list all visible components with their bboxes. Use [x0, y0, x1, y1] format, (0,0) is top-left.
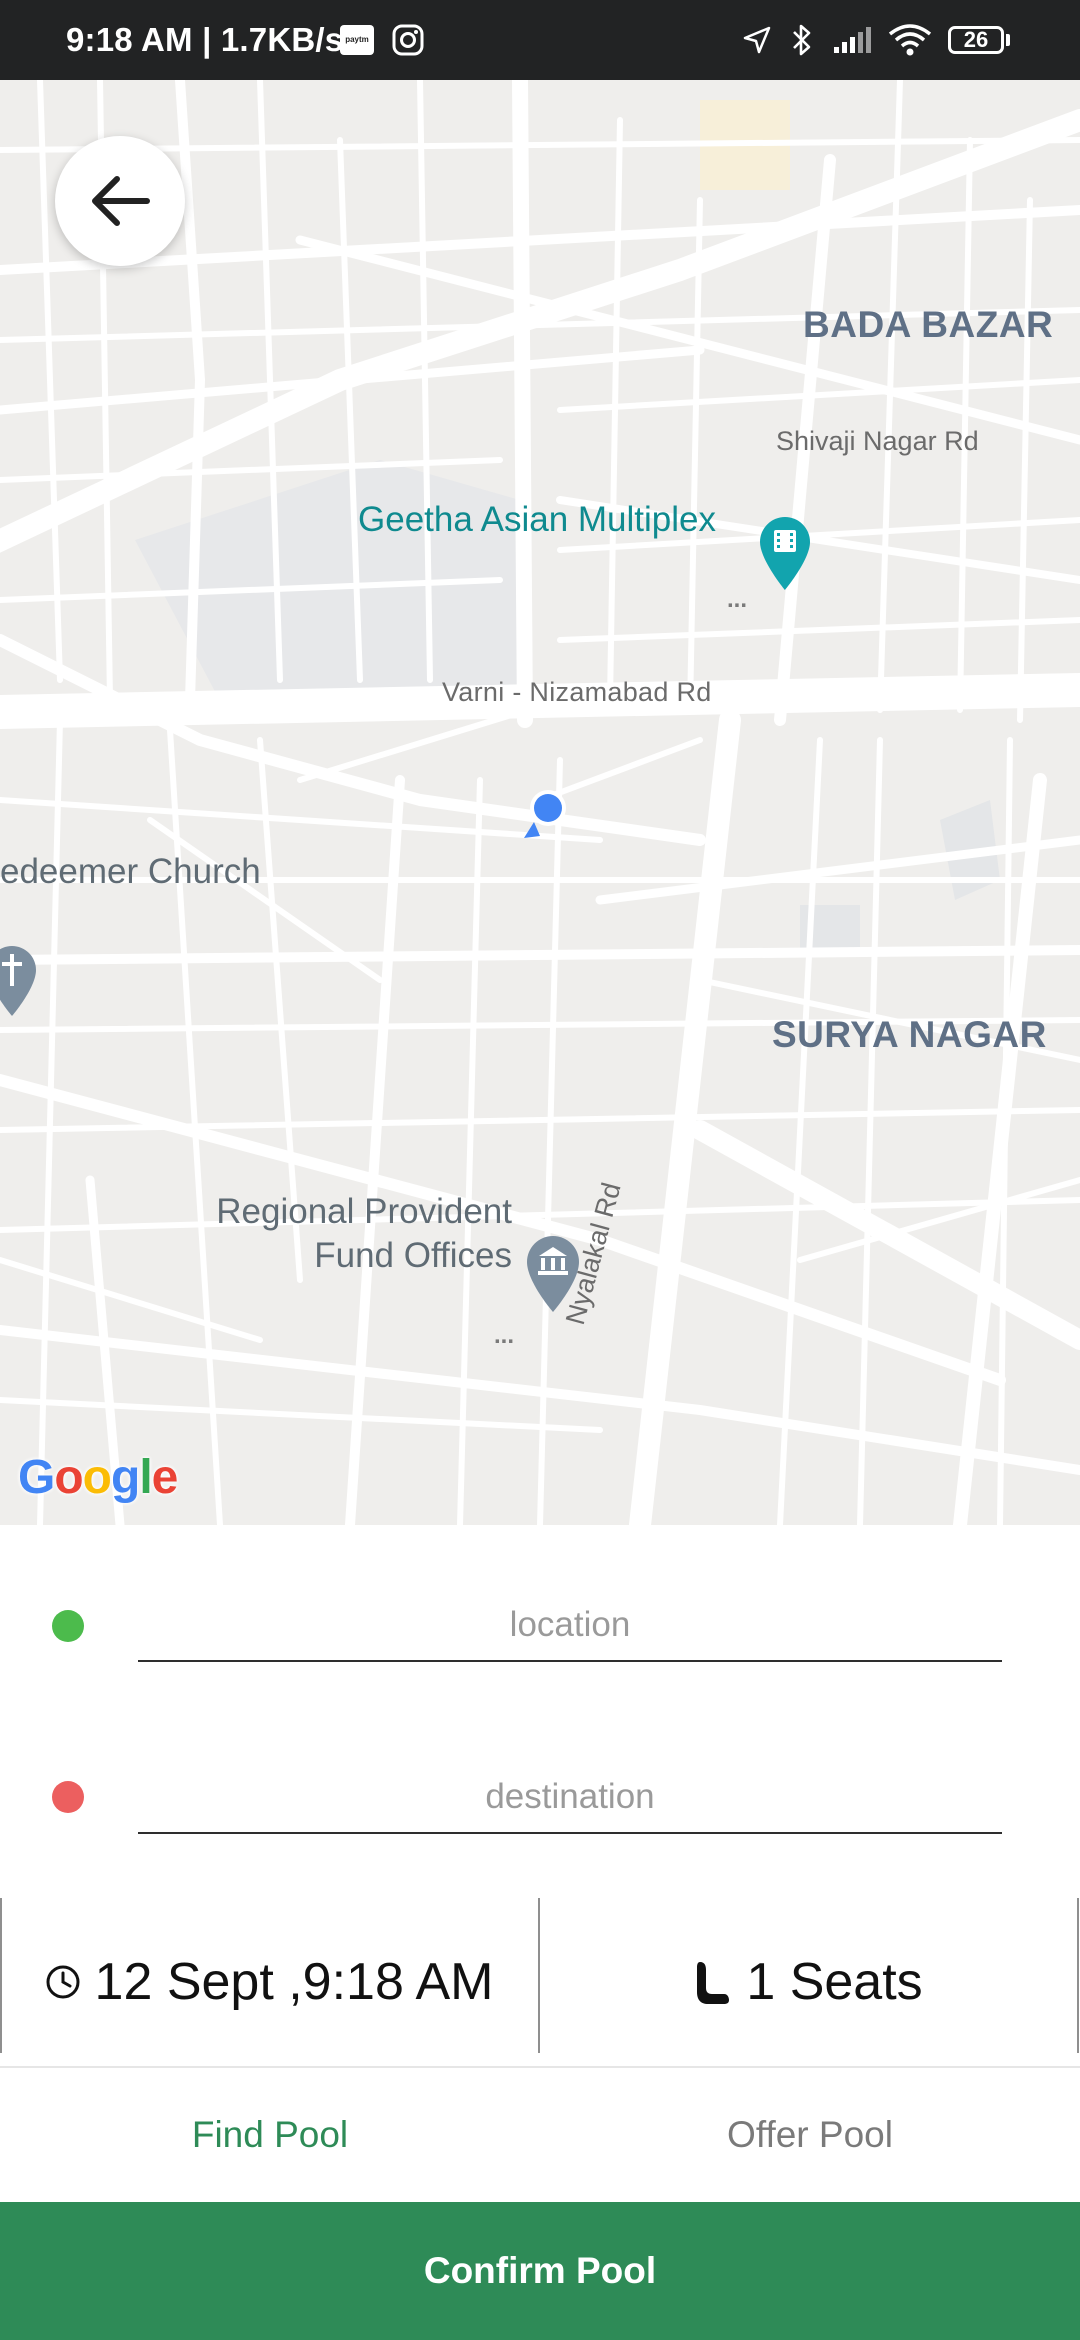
location-dot: [52, 1610, 84, 1642]
tab-offer-pool[interactable]: Offer Pool: [610, 2100, 1010, 2170]
status-time: 9:18 AM | 1.7KB/s: [66, 21, 344, 58]
map-label-surya-nagar: SURYA NAGAR: [772, 1014, 1047, 1055]
instagram-icon: [392, 0, 424, 80]
date-time-picker[interactable]: 12 Sept ,9:18 AM: [0, 1898, 538, 2066]
provident-line-1: Regional Provident: [216, 1192, 512, 1231]
battery-level: 26: [948, 26, 1004, 54]
arrow-left-icon: [92, 176, 150, 226]
wifi-icon: [888, 0, 932, 80]
provident-line-2: Fund Offices: [314, 1236, 512, 1275]
signal-icon: [832, 0, 874, 80]
divider: [1077, 1898, 1079, 2053]
map-label-provident-more: ...: [494, 1322, 515, 1349]
bluetooth-icon: [790, 0, 814, 80]
destination-input[interactable]: [138, 1762, 1002, 1834]
clock-icon: [46, 1965, 80, 1999]
map-label-geetha-multiplex[interactable]: Geetha Asian Multiplex: [358, 500, 716, 540]
date-time-value: 12 Sept ,9:18 AM: [94, 1953, 494, 2011]
destination-dot: [52, 1781, 84, 1813]
location-input[interactable]: [138, 1590, 1002, 1662]
map-label-shivaji-road: Shivaji Nagar Rd: [776, 426, 979, 456]
location-arrow-icon: [742, 0, 772, 80]
confirm-pool-button[interactable]: Confirm Pool: [0, 2202, 1080, 2340]
google-logo: Google: [18, 1451, 178, 1504]
tab-find-pool[interactable]: Find Pool: [70, 2100, 470, 2170]
map-label-geetha-more: ...: [727, 586, 748, 613]
map-label-varni-road: Varni - Nizamabad Rd: [442, 677, 712, 707]
paytm-icon: paytm: [340, 0, 374, 80]
cinema-pin-icon[interactable]: [756, 512, 814, 597]
status-bar: 9:18 AM | 1.7KB/s paytm 26: [0, 0, 1080, 80]
map-view[interactable]: BADA BAZAR Shivaji Nagar Rd Geetha Asian…: [0, 80, 1080, 1525]
seats-picker[interactable]: 1 Seats: [540, 1898, 1077, 2066]
map-label-bada-bazar: BADA BAZAR: [803, 304, 1054, 345]
paytm-label: paytm: [340, 25, 374, 55]
map-label-church[interactable]: edeemer Church: [0, 850, 261, 894]
church-pin-icon[interactable]: [0, 942, 38, 1023]
seats-value: 1 Seats: [746, 1953, 923, 2011]
divider: [0, 2066, 1080, 2068]
back-button[interactable]: [55, 136, 185, 266]
battery-icon: 26: [948, 0, 1010, 80]
map-label-provident-fund[interactable]: Regional Provident Fund Offices: [170, 1190, 512, 1278]
my-location-icon: [520, 788, 572, 849]
seat-icon: [697, 1962, 730, 2004]
